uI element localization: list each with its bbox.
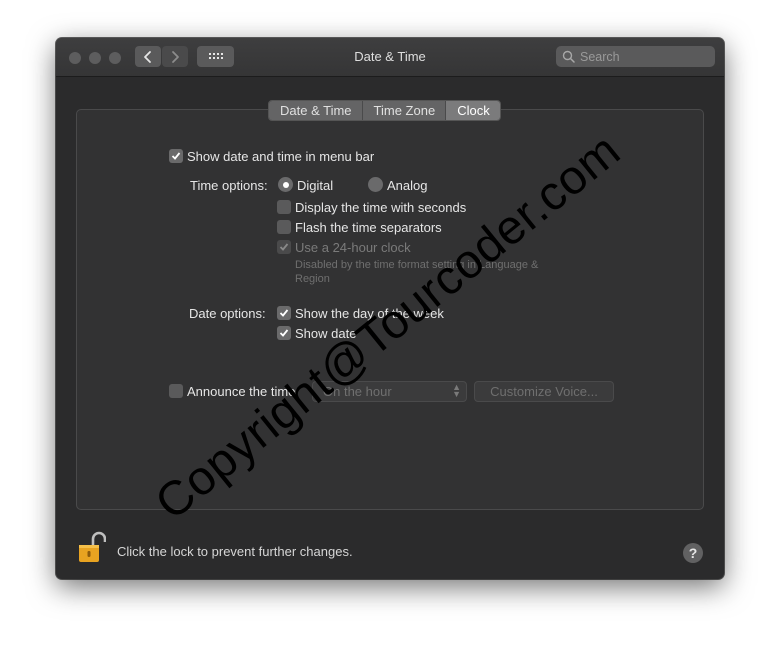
show-day-of-week-checkbox[interactable] bbox=[277, 306, 291, 320]
checkmark-icon bbox=[171, 152, 181, 160]
digital-radio[interactable] bbox=[278, 177, 293, 192]
announce-interval-select: On the hour ▲ ▼ bbox=[312, 381, 467, 402]
select-arrows-icon: ▲ ▼ bbox=[452, 382, 461, 399]
time-options-label: Time options: bbox=[190, 178, 268, 193]
flash-separators-checkbox[interactable] bbox=[277, 220, 291, 234]
display-seconds-checkbox[interactable] bbox=[277, 200, 291, 214]
analog-radio[interactable] bbox=[368, 177, 383, 192]
search-input[interactable]: Search bbox=[556, 46, 715, 67]
date-options-label: Date options: bbox=[189, 306, 266, 321]
show-in-menu-bar-label[interactable]: Show date and time in menu bar bbox=[187, 149, 374, 164]
checkmark-icon bbox=[279, 329, 289, 337]
analog-label[interactable]: Analog bbox=[387, 178, 427, 193]
title-bar: Date & Time Search bbox=[56, 38, 724, 77]
use-24-hour-checkbox bbox=[277, 240, 291, 254]
help-button[interactable]: ? bbox=[683, 543, 703, 563]
tab-bar: Date & Time Time Zone Clock bbox=[268, 100, 501, 121]
lock-message: Click the lock to prevent further change… bbox=[117, 544, 353, 559]
checkmark-icon bbox=[279, 309, 289, 317]
unlocked-lock-icon[interactable] bbox=[78, 530, 106, 564]
tab-date-time[interactable]: Date & Time bbox=[269, 101, 363, 120]
search-icon bbox=[562, 50, 575, 63]
tab-clock[interactable]: Clock bbox=[446, 101, 500, 120]
announce-interval-value: On the hour bbox=[323, 384, 392, 399]
display-seconds-label[interactable]: Display the time with seconds bbox=[295, 200, 466, 215]
disabled-note: Disabled by the time format setting in L… bbox=[295, 259, 539, 285]
checkmark-icon bbox=[279, 243, 289, 251]
preferences-window: Date & Time Search Date & Time Time Zone… bbox=[56, 38, 724, 579]
tab-time-zone[interactable]: Time Zone bbox=[362, 101, 447, 120]
announce-time-checkbox[interactable] bbox=[169, 384, 183, 398]
flash-separators-label[interactable]: Flash the time separators bbox=[295, 220, 442, 235]
show-in-menu-bar-checkbox[interactable] bbox=[169, 149, 183, 163]
show-date-checkbox[interactable] bbox=[277, 326, 291, 340]
digital-label[interactable]: Digital bbox=[297, 178, 333, 193]
show-date-label[interactable]: Show date bbox=[295, 326, 356, 341]
customize-voice-button: Customize Voice... bbox=[474, 381, 614, 402]
use-24-hour-label: Use a 24-hour clock bbox=[295, 240, 411, 255]
search-placeholder: Search bbox=[580, 49, 620, 64]
show-day-of-week-label[interactable]: Show the day of the week bbox=[295, 306, 444, 321]
announce-time-label[interactable]: Announce the time: bbox=[187, 384, 299, 399]
